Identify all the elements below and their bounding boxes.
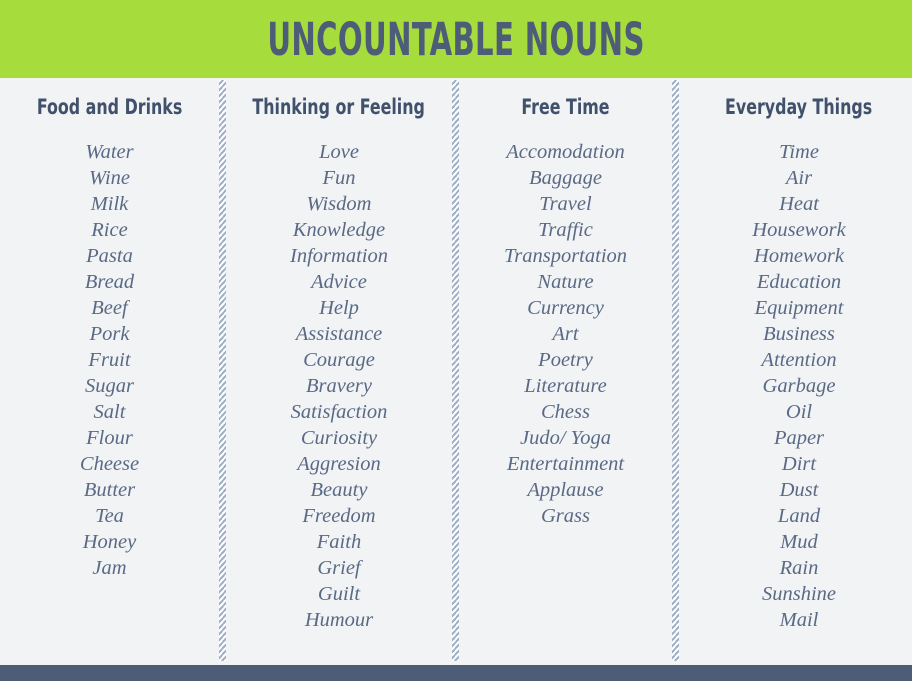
column-header-food-and-drinks: Food and Drinks (36, 95, 183, 119)
word-item: Baggage (529, 167, 602, 190)
word-item: Pasta (86, 245, 133, 268)
word-item: Chess (541, 401, 590, 424)
word-item: Information (290, 245, 388, 268)
word-item: Heat (779, 193, 819, 216)
word-item: Sunshine (761, 583, 837, 606)
word-item: Entertainment (506, 453, 625, 476)
word-item: Equipment (754, 297, 844, 320)
word-item: Grass (541, 505, 590, 528)
word-list-free-time: Accomodation Baggage Travel Traffic Transpor… (459, 139, 672, 529)
column-divider-2 (452, 80, 459, 661)
word-item: Time (779, 141, 819, 164)
word-item: Air (785, 167, 813, 190)
word-item: Judo/ Yoga (520, 427, 611, 450)
word-item: Faith (316, 531, 362, 554)
page-title: UNCOUNTABLE NOUNS (267, 12, 645, 66)
word-list-everyday-things: Time Air Heat Housework Homework Education Equ… (679, 139, 912, 633)
word-item: Accomodation (506, 141, 625, 164)
columns-area: Food and Drinks Water Wine Milk Rice Pasta Br… (0, 78, 912, 665)
word-item: Knowledge (292, 219, 386, 242)
word-item: Grief (317, 557, 361, 580)
word-list-thinking-or-feeling: Love Fun Wisdom Knowledge Information Advice H… (226, 139, 452, 633)
word-item: Help (319, 297, 359, 320)
word-item: Pork (89, 323, 130, 346)
word-item: Wisdom (306, 193, 372, 216)
word-item: Nature (537, 271, 594, 294)
word-item: Wine (89, 167, 130, 190)
word-item: Land (777, 505, 821, 528)
word-item: Rain (779, 557, 819, 580)
word-item: Art (552, 323, 579, 346)
word-item: Flour (86, 427, 133, 450)
word-item: Currency (527, 297, 604, 320)
word-item: Education (756, 271, 842, 294)
word-item: Paper (773, 427, 825, 450)
word-item: Rice (91, 219, 128, 242)
word-item: Dirt (781, 453, 817, 476)
word-item: Mail (779, 609, 819, 632)
word-item: Curiosity (300, 427, 378, 450)
column-divider-3 (672, 80, 679, 661)
word-item: Honey (82, 531, 137, 554)
word-item: Guilt (317, 583, 361, 606)
word-item: Oil (785, 401, 813, 424)
word-item: Dust (779, 479, 819, 502)
word-item: Transportation (503, 245, 628, 268)
word-item: Mud (780, 531, 818, 554)
noun-column-free-time: Free Time Accomodation Baggage Travel Traff… (459, 78, 672, 665)
word-item: Bread (84, 271, 135, 294)
word-item: Milk (90, 193, 129, 216)
word-item: Business (763, 323, 835, 346)
word-item: Humour (304, 609, 374, 632)
column-header-free-time: Free Time (521, 95, 610, 119)
word-list-food-and-drinks: Water Wine Milk Rice Pasta Bread Beef Pork Fruit… (0, 139, 219, 581)
word-item: Traffic (538, 219, 593, 242)
word-item: Advice (311, 271, 367, 294)
word-item: Literature (524, 375, 607, 398)
word-item: Beauty (310, 479, 368, 502)
noun-column-everyday-things: Everyday Things Time Air Heat Housework Home… (679, 78, 912, 665)
word-item: Satisfaction (290, 401, 388, 424)
word-item: Butter (83, 479, 136, 502)
word-item: Homework (754, 245, 844, 268)
word-item: Fun (322, 167, 356, 190)
word-item: Poetry (538, 349, 593, 372)
word-item: Courage (303, 349, 375, 372)
word-item: Assistance (295, 323, 383, 346)
word-item: Beef (91, 297, 128, 320)
word-item: Housework (752, 219, 846, 242)
word-item: Sugar (85, 375, 134, 398)
word-item: Jam (92, 557, 127, 580)
word-item: Cheese (79, 453, 140, 476)
word-item: Travel (539, 193, 592, 216)
noun-column-thinking-or-feeling: Thinking or Feeling Love Fun Wisdom Knowled… (226, 78, 452, 665)
word-item: Water (85, 141, 134, 164)
word-item: Attention (761, 349, 837, 372)
word-item: Applause (527, 479, 604, 502)
bottom-bar (0, 665, 912, 681)
title-band: UNCOUNTABLE NOUNS (0, 0, 912, 78)
word-item: Garbage (762, 375, 836, 398)
column-header-thinking-or-feeling: Thinking or Feeling (252, 95, 426, 119)
word-item: Tea (95, 505, 124, 528)
column-divider-1 (219, 80, 226, 661)
word-item: Fruit (88, 349, 131, 372)
column-header-everyday-things: Everyday Things (725, 95, 873, 119)
word-item: Bravery (305, 375, 373, 398)
word-item: Salt (93, 401, 126, 424)
noun-column-food-and-drinks: Food and Drinks Water Wine Milk Rice Pasta Br… (0, 78, 219, 665)
word-item: Love (319, 141, 359, 164)
word-item: Freedom (302, 505, 376, 528)
word-item: Aggresion (297, 453, 381, 476)
